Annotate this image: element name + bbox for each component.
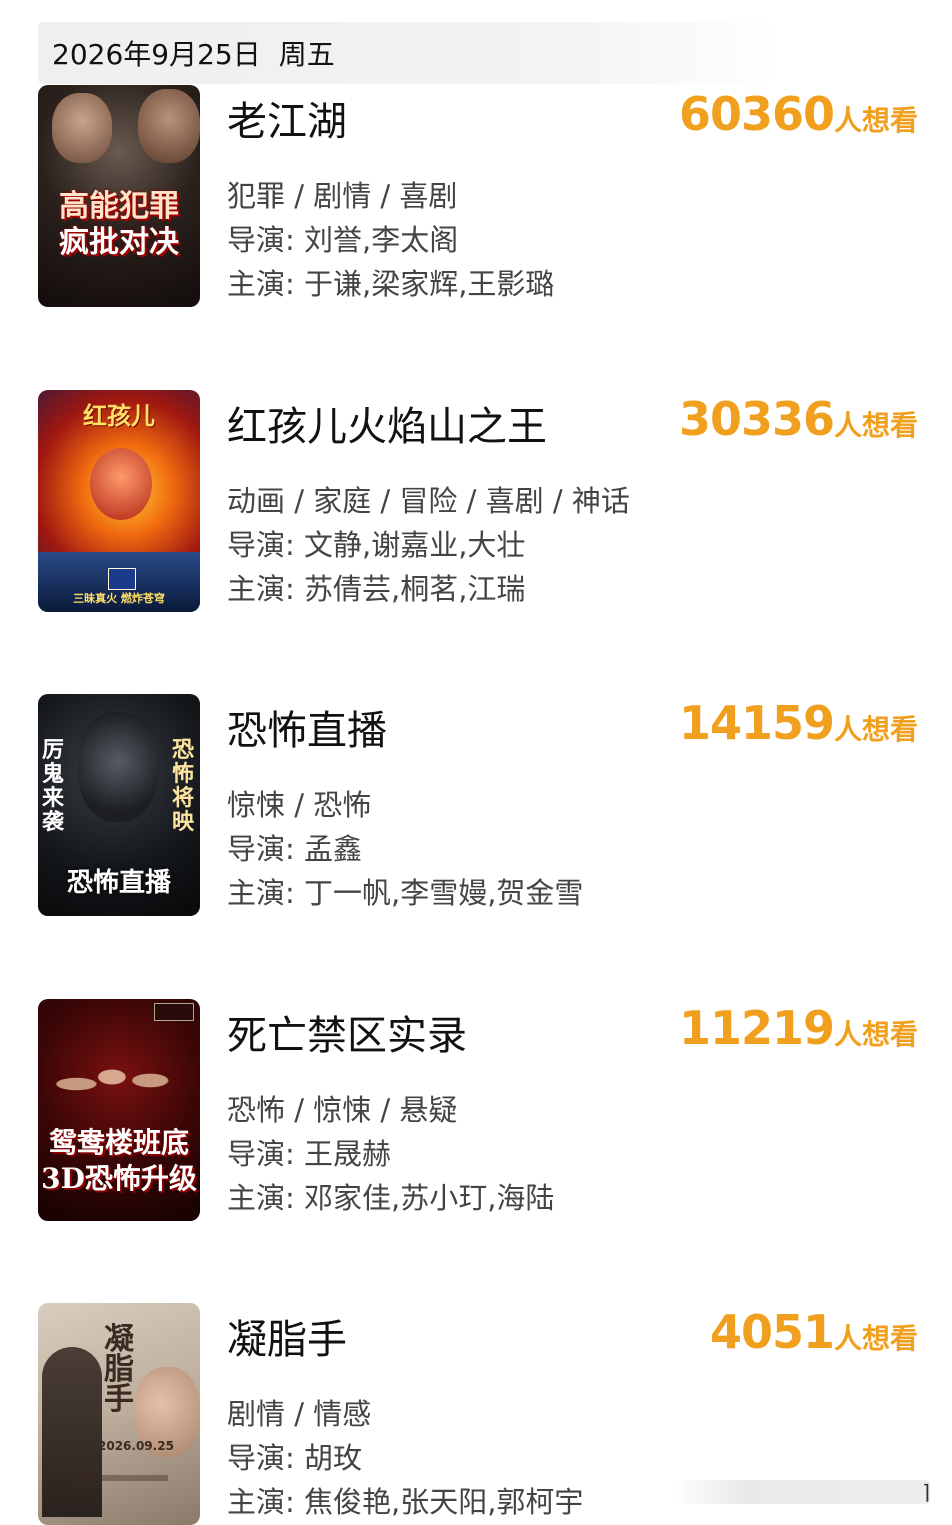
movie-item[interactable]: 鸳鸯楼班底 3D恐怖升级 死亡禁区实录 11219人想看 恐怖 / 惊悚 / 悬… (38, 999, 918, 1221)
poster-text: 恐怖将映 (172, 737, 195, 835)
poster-figure (78, 712, 158, 822)
want-number: 60360 (678, 87, 835, 141)
movie-item[interactable]: 厉鬼来袭 恐怖将映 恐怖直播 恐怖直播 14159人想看 惊悚 / 恐怖 导演:… (38, 694, 918, 916)
movie-director: 导演: 孟鑫 (227, 832, 362, 866)
want-number: 4051 (709, 1305, 835, 1359)
poster-text: 凝脂手 (104, 1322, 134, 1417)
date-header: 2026年9月25日 周五 (38, 22, 778, 84)
want-unit: 人想看 (833, 409, 918, 442)
partial-glyph-icon: ⌉ (922, 1480, 930, 1504)
movie-poster[interactable]: 红孩儿 三昧真火 燃炸苍穹 (38, 390, 200, 612)
movie-poster[interactable]: 鸳鸯楼班底 3D恐怖升级 (38, 999, 200, 1221)
poster-text: 三昧真火 燃炸苍穹 (73, 592, 165, 605)
movie-genres: 恐怖 / 惊悚 / 悬疑 (227, 1093, 458, 1127)
bottom-fade-overlay: ⌉ (670, 1480, 930, 1504)
movie-director: 导演: 文静,谢嘉业,大壮 (227, 528, 526, 562)
movie-director: 导演: 胡玫 (227, 1441, 362, 1475)
movie-cast: 主演: 丁一帆,李雪嫚,贺金雪 (227, 876, 584, 910)
movie-item[interactable]: 高能犯罪 疯批对决 老江湖 60360人想看 犯罪 / 剧情 / 喜剧 导演: … (38, 85, 918, 307)
movie-title[interactable]: 红孩儿火焰山之王 (227, 394, 547, 452)
date: 2026年9月25日 (52, 38, 261, 71)
want-unit: 人想看 (833, 104, 918, 137)
movie-cast: 主演: 焦俊艳,张天阳,郭柯宇 (227, 1485, 584, 1519)
poster-text: 鸳鸯楼班底 (48, 1126, 189, 1159)
poster-credits (78, 1475, 168, 1481)
want-count: 60360人想看 (679, 87, 918, 141)
poster-text: 红孩儿 (83, 401, 155, 430)
movie-cast: 主演: 苏倩芸,桐茗,江瑞 (227, 572, 526, 606)
movie-director: 导演: 刘誉,李太阁 (227, 223, 459, 257)
poster-figure (90, 448, 152, 520)
poster-figure (138, 89, 200, 163)
movie-genres: 动画 / 家庭 / 冒险 / 喜剧 / 神话 (227, 484, 630, 518)
movie-cast: 主演: 于谦,梁家辉,王影璐 (227, 267, 555, 301)
want-unit: 人想看 (833, 1322, 918, 1355)
want-count: 30336人想看 (679, 392, 918, 446)
movie-genres: 惊悚 / 恐怖 (227, 788, 372, 822)
release-badge (108, 568, 136, 590)
want-unit: 人想看 (833, 1018, 918, 1051)
poster-figure (52, 93, 112, 163)
poster-text: 疯批对决 (59, 225, 179, 260)
movie-item[interactable]: 红孩儿 三昧真火 燃炸苍穹 红孩儿火焰山之王 30336人想看 动画 / 家庭 … (38, 390, 918, 612)
movie-genres: 剧情 / 情感 (227, 1397, 372, 1431)
movie-title[interactable]: 凝脂手 (227, 1307, 347, 1365)
movie-director: 导演: 王晟赫 (227, 1137, 391, 1171)
poster-text: 3D恐怖升级 (41, 1162, 197, 1195)
movie-poster[interactable]: 凝脂手 2026.09.25 (38, 1303, 200, 1525)
movie-title[interactable]: 死亡禁区实录 (227, 1003, 467, 1061)
poster-text: 2026.09.25 (98, 1439, 174, 1453)
movie-title[interactable]: 老江湖 (227, 89, 347, 147)
movie-cast: 主演: 邓家佳,苏小玎,海陆 (227, 1181, 555, 1215)
movie-title[interactable]: 恐怖直播 (227, 698, 387, 756)
movie-poster[interactable]: 厉鬼来袭 恐怖将映 恐怖直播 (38, 694, 200, 916)
want-unit: 人想看 (833, 713, 918, 746)
want-count: 14159人想看 (679, 696, 918, 750)
date-label: 2026年9月25日 周五 (52, 33, 335, 73)
weekday: 周五 (278, 38, 335, 71)
want-number: 30336 (678, 392, 835, 446)
poster-logo (154, 1003, 194, 1021)
want-number: 11219 (678, 1001, 835, 1055)
want-count: 4051人想看 (710, 1305, 918, 1359)
poster-text: 厉鬼来袭 (42, 737, 65, 835)
movie-poster[interactable]: 高能犯罪 疯批对决 (38, 85, 200, 307)
want-count: 11219人想看 (679, 1001, 918, 1055)
poster-figure (42, 1347, 102, 1517)
poster-figure (48, 1049, 190, 1119)
want-number: 14159 (678, 696, 835, 750)
poster-text: 恐怖直播 (66, 868, 171, 898)
movie-genres: 犯罪 / 剧情 / 喜剧 (227, 179, 458, 213)
